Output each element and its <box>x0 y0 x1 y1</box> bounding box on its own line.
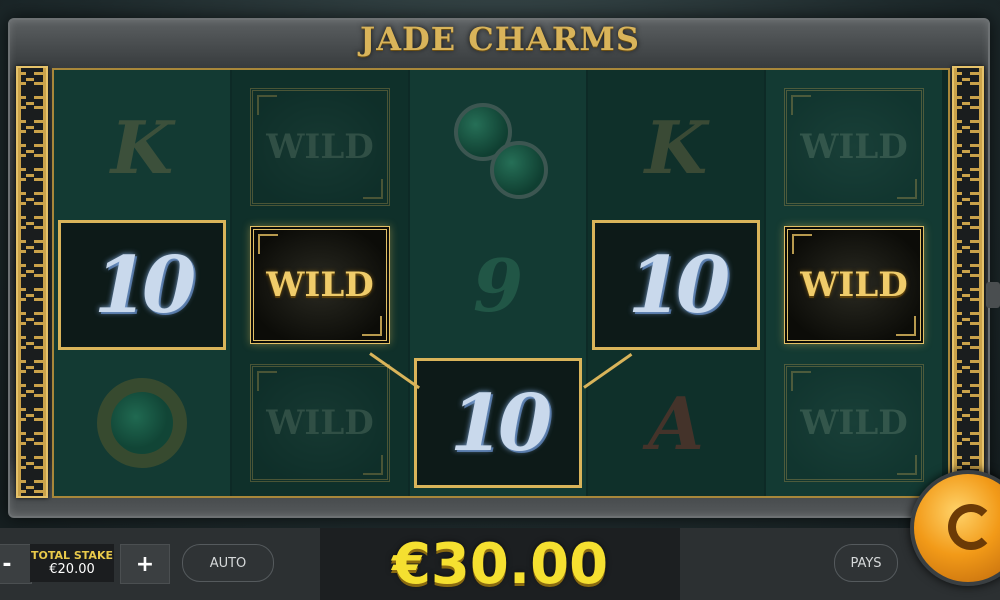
total-stake-value: €20.00 <box>49 562 95 577</box>
reel-5: WILD WILD WILD <box>766 70 942 496</box>
wild-tile: WILD <box>250 364 390 482</box>
symbol-wild: WILD <box>766 354 942 492</box>
wild-label: WILD <box>800 265 908 305</box>
wild-tile: WILD <box>784 364 924 482</box>
symbol-k: K <box>54 78 230 216</box>
k-symbol-glyph: K <box>110 104 174 190</box>
control-bar: - TOTAL STAKE €20.00 + AUTO €30.00 PAYS <box>0 528 1000 600</box>
side-panel-handle[interactable] <box>986 282 1000 308</box>
symbol-nine: 9 <box>410 216 586 354</box>
reel-4: K 10 A <box>588 70 764 496</box>
symbol-wild: WILD <box>766 78 942 216</box>
paytable-button[interactable]: PAYS <box>834 544 898 582</box>
game-title: JADE CHARMS <box>360 20 640 58</box>
total-stake-display: TOTAL STAKE €20.00 <box>30 544 114 582</box>
symbol-wild: WILD <box>232 354 408 492</box>
auto-play-button[interactable]: AUTO <box>182 544 274 582</box>
win-highlight-box: 10 <box>58 220 226 350</box>
symbol-ten-win: 10 <box>410 354 586 492</box>
wild-tile: WILD <box>250 226 390 344</box>
decrease-stake-button[interactable]: - <box>0 544 32 584</box>
stake-panel: - TOTAL STAKE €20.00 + AUTO <box>0 528 320 600</box>
increase-stake-button[interactable]: + <box>120 544 170 584</box>
reel-area: K 10 WILD WILD WILD 9 10 K 10 A WILD WIL… <box>52 68 950 498</box>
wild-tile: WILD <box>784 226 924 344</box>
jade-earrings-icon <box>448 97 548 199</box>
reel-3: 9 10 <box>410 70 586 496</box>
symbol-wild: WILD <box>232 78 408 216</box>
reel-1: K 10 <box>54 70 230 496</box>
total-stake-label: TOTAL STAKE <box>31 549 113 562</box>
wild-tile: WILD <box>250 88 390 206</box>
symbol-wild-win: WILD <box>232 216 408 354</box>
jade-ring-icon <box>97 378 187 468</box>
symbol-ten-win: 10 <box>54 216 230 354</box>
right-fretwork-ornament <box>952 66 984 498</box>
jade-gem-icon <box>490 141 548 199</box>
ten-symbol-glyph: 10 <box>93 239 197 331</box>
wild-label: WILD <box>800 127 908 167</box>
win-amount: €30.00 <box>391 531 609 597</box>
reel-2: WILD WILD WILD <box>232 70 408 496</box>
symbol-jade-earrings <box>410 78 586 216</box>
symbol-ten-win: 10 <box>588 216 764 354</box>
wild-label: WILD <box>266 403 374 443</box>
wild-label: WILD <box>800 403 908 443</box>
ten-symbol-glyph: 10 <box>449 377 553 469</box>
ten-symbol-glyph: 10 <box>627 239 731 331</box>
nine-symbol-glyph: 9 <box>472 242 524 328</box>
left-fretwork-ornament <box>16 66 48 498</box>
symbol-k: K <box>588 78 764 216</box>
k-symbol-glyph: K <box>644 104 708 190</box>
symbol-jade-ring <box>54 354 230 492</box>
symbol-a: A <box>588 354 764 492</box>
win-highlight-box: 10 <box>592 220 760 350</box>
wild-label: WILD <box>266 265 374 305</box>
wild-tile: WILD <box>784 88 924 206</box>
win-highlight-box: 10 <box>414 358 582 488</box>
symbol-wild-win: WILD <box>766 216 942 354</box>
a-symbol-glyph: A <box>648 380 704 466</box>
wild-label: WILD <box>266 127 374 167</box>
